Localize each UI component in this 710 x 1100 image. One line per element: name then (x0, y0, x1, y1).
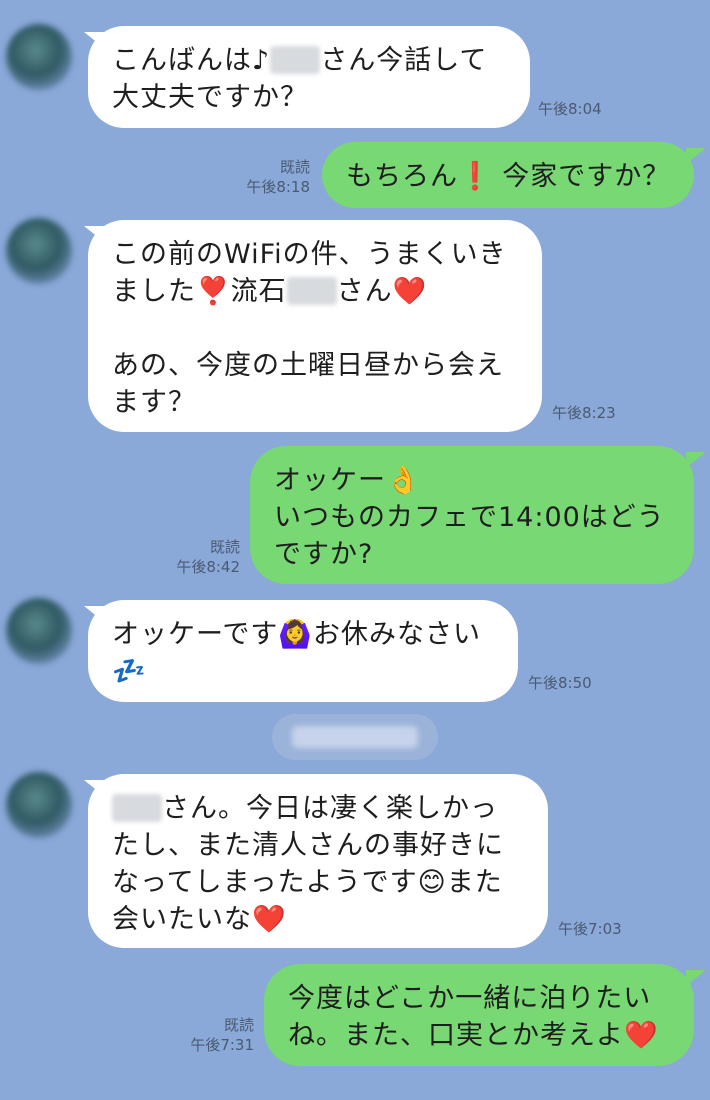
read-receipt: 既読 (279, 158, 310, 176)
chat-view: こんばんは♪ さん今話して 大丈夫ですか？ 午後8:04 既読 午後8:18 もち… (0, 0, 710, 1100)
message-timestamp: 午後8:04 (538, 100, 602, 118)
message-text: 今度はどこか一緒に泊りたい ね。また、口実とか考えよ❤️ (288, 983, 659, 1051)
message-timestamp: 午後8:42 (176, 558, 240, 576)
message-text: オッケーです🙆‍♀️お休みなさい (112, 619, 481, 650)
contact-avatar[interactable] (6, 772, 72, 838)
message-timestamp: 午後8:50 (528, 674, 592, 692)
incoming-message-bubble[interactable]: さん。今日は凄く楽しかっ たし、また清人さんの事好きに なってしまったようです😊… (88, 774, 548, 948)
date-divider (272, 714, 438, 760)
message-timestamp: 午後7:31 (190, 1036, 254, 1054)
contact-avatar[interactable] (6, 218, 72, 284)
message-timestamp: 午後7:03 (558, 920, 622, 938)
blurred-name (270, 46, 321, 74)
bubble-tail (686, 970, 706, 986)
message-text: もちろん❗️ 今家ですか？ (346, 161, 671, 192)
bubble-tail (686, 148, 706, 164)
message-timestamp: 午後8:23 (552, 404, 616, 422)
incoming-message-bubble[interactable]: この前のWiFiの件、うまくいき ました❣️流石 さん❤️ あの、今度の土曜日昼か… (88, 220, 542, 432)
outgoing-message-bubble[interactable]: 今度はどこか一緒に泊りたい ね。また、口実とか考えよ❤️ (264, 964, 694, 1066)
read-receipt: 既読 (209, 538, 240, 556)
message-text: オッケー👌 いつものカフェで14:00はどう ですか? (274, 465, 665, 570)
outgoing-message-bubble[interactable]: もちろん❗️ 今家ですか？ (322, 142, 694, 208)
contact-avatar[interactable] (6, 24, 72, 90)
incoming-message-bubble[interactable]: こんばんは♪ さん今話して 大丈夫ですか？ (88, 26, 530, 128)
blurred-date (292, 726, 418, 748)
read-receipt: 既読 (223, 1016, 254, 1034)
sleep-emoji: 💤 (112, 656, 147, 687)
message-text: こんばんは♪ (112, 45, 271, 76)
outgoing-message-bubble[interactable]: オッケー👌 いつものカフェで14:00はどう ですか? (250, 446, 694, 584)
blurred-name (112, 794, 162, 822)
bubble-tail (686, 452, 706, 468)
contact-avatar[interactable] (6, 598, 72, 664)
message-timestamp: 午後8:18 (246, 178, 310, 196)
message-text: さん。今日は凄く楽しかっ たし、また清人さんの事好きに なってしまったようです😊… (112, 793, 504, 935)
blurred-name (286, 277, 337, 305)
incoming-message-bubble[interactable]: オッケーです🙆‍♀️お休みなさい 💤 (88, 600, 518, 702)
